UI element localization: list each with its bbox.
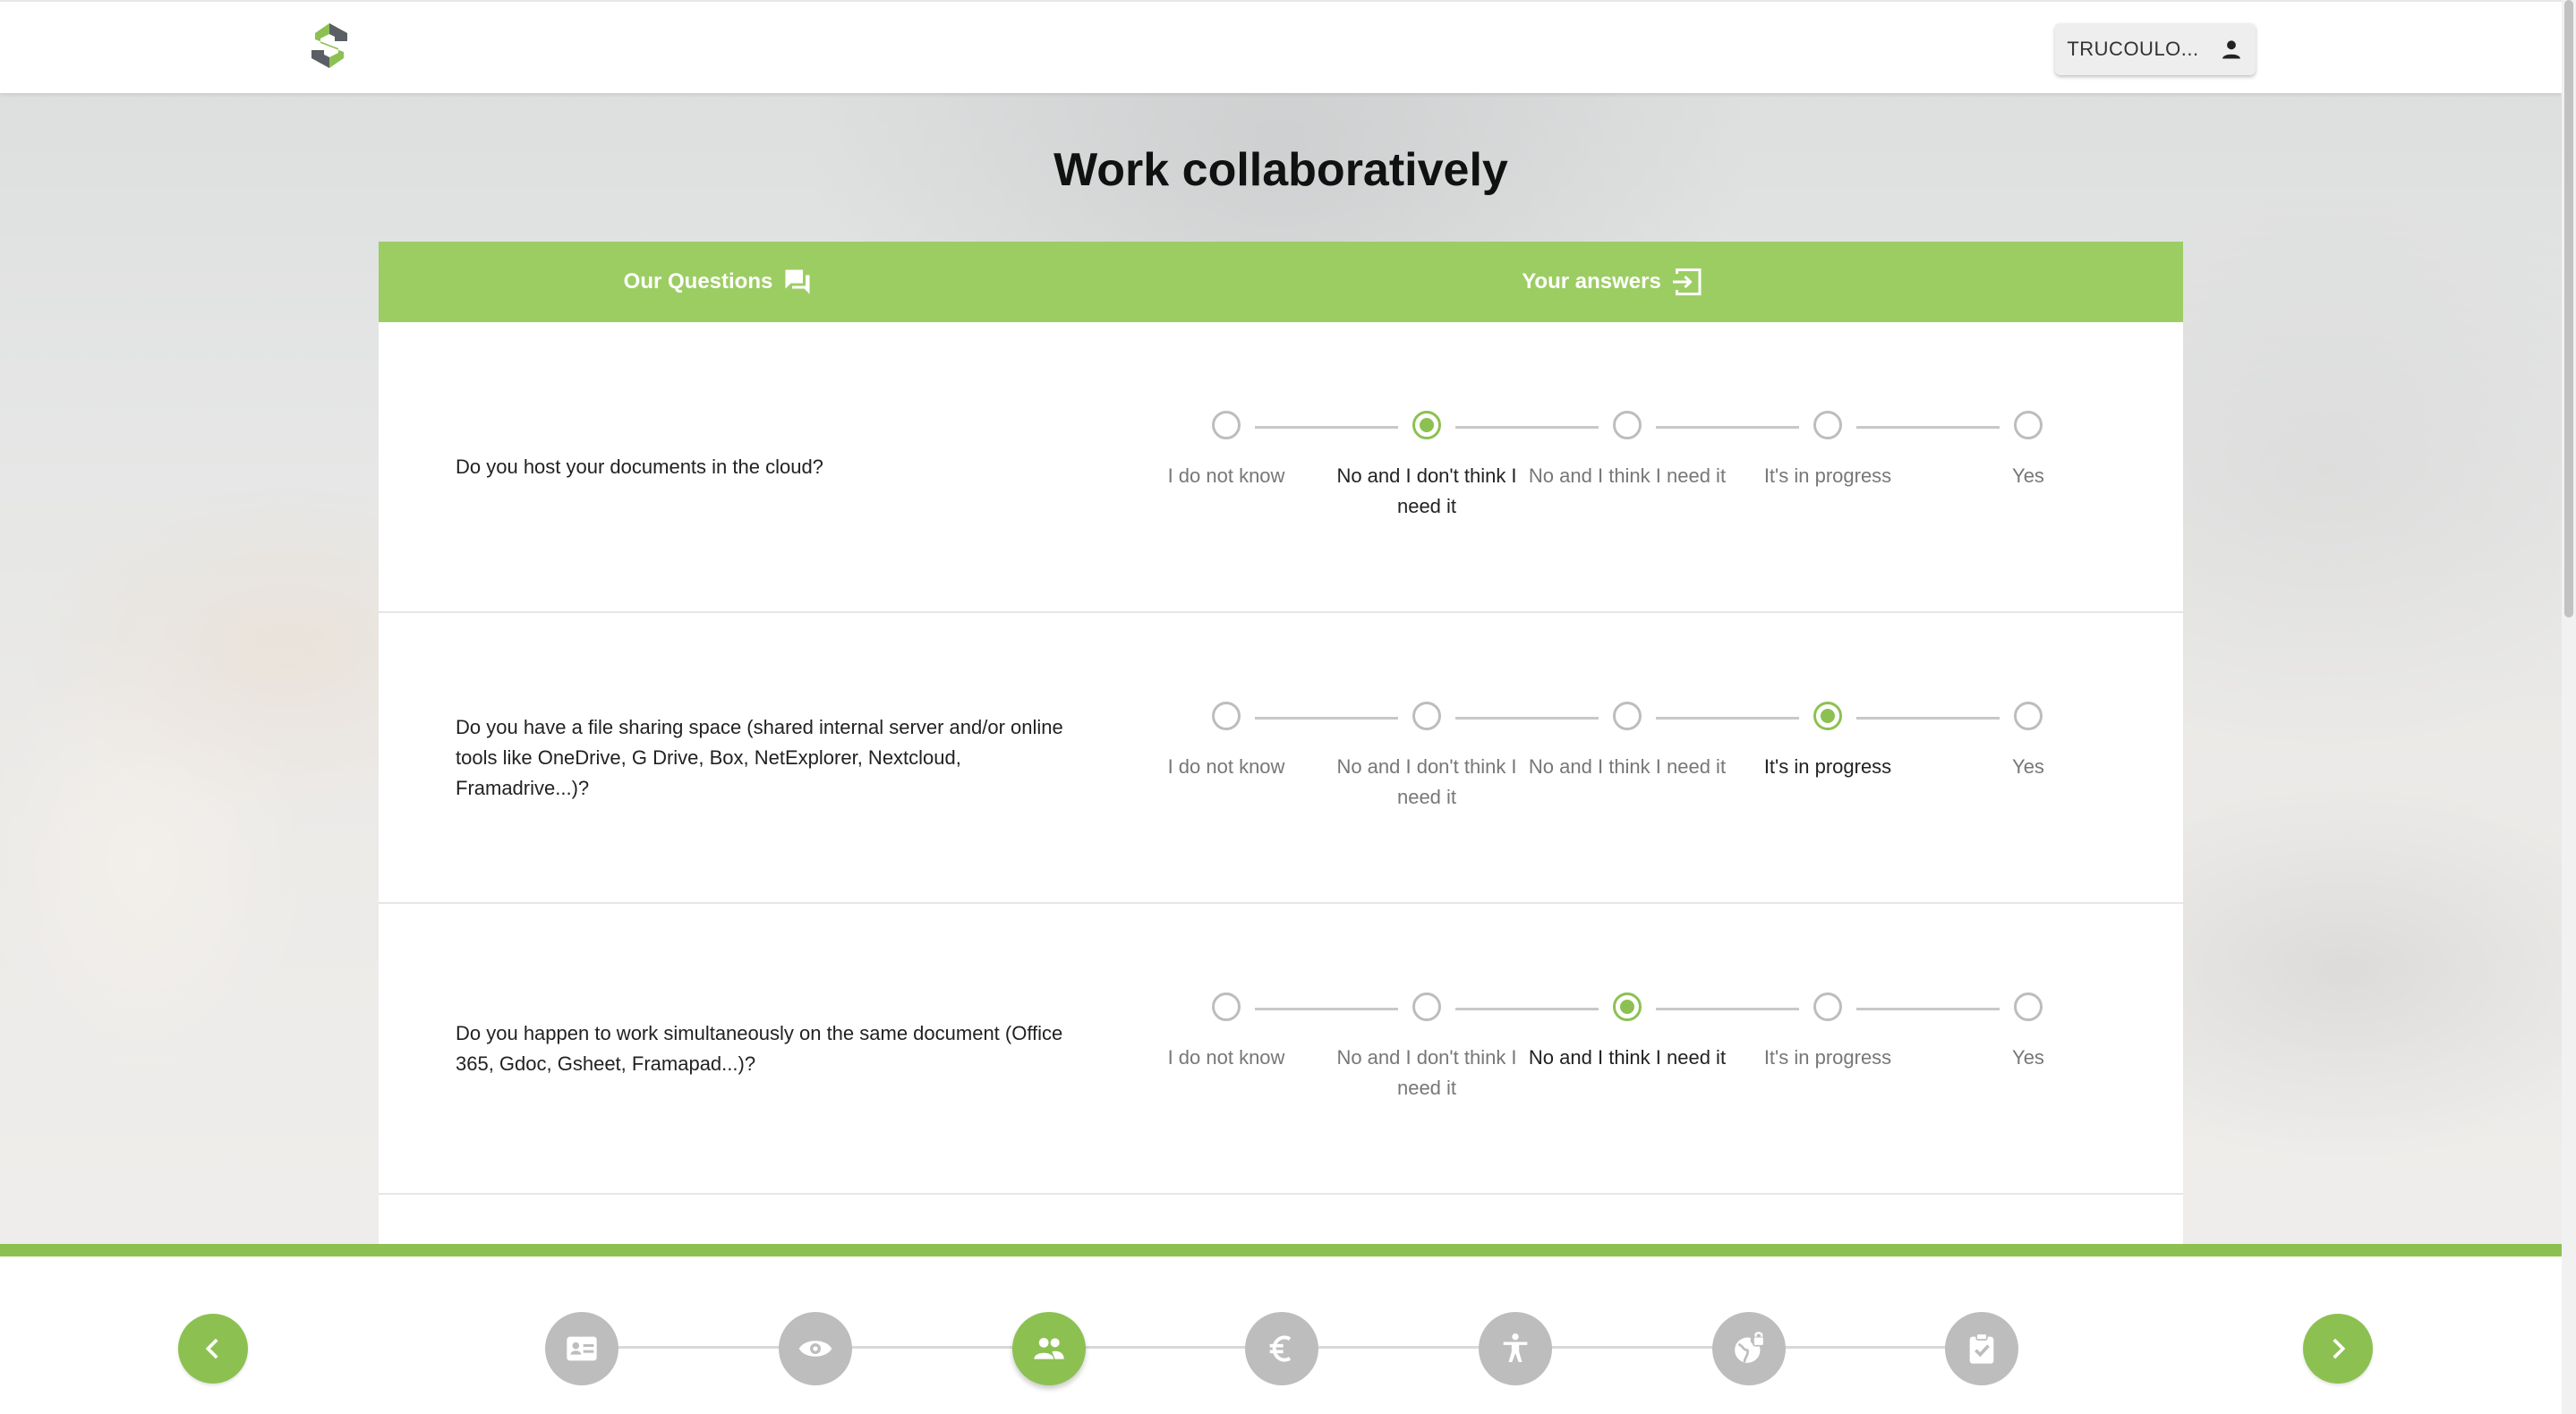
radio-button[interactable] <box>1412 411 1441 439</box>
radio-button[interactable] <box>2014 702 2043 730</box>
chevron-left-icon <box>205 1338 218 1359</box>
person-icon <box>2222 40 2240 59</box>
radio-button[interactable] <box>1813 702 1842 730</box>
answer-option-label: No and I think I need it <box>1528 755 1727 778</box>
radio-button[interactable] <box>1412 702 1441 730</box>
page-scrollbar[interactable] <box>2562 0 2576 1414</box>
chevron-right-icon <box>2333 1338 2346 1359</box>
user-name: TRUCOULO... <box>2067 38 2199 60</box>
table-header: Our Questions Your answers <box>379 242 2183 322</box>
question-text: Do you host your documents in the cloud? <box>456 455 823 478</box>
answer-option-label: No and I don't think I need it <box>1336 755 1517 808</box>
radio-button[interactable] <box>2014 992 2043 1021</box>
question-text: Do you happen to work simultaneously on … <box>456 1021 1063 1075</box>
answer-option[interactable]: I do not know <box>1126 702 1326 782</box>
answer-scale: I do not know No and I don't think I need… <box>1127 321 2129 612</box>
questionnaire-card: Our Questions Your answers Do you host y… <box>379 242 2183 1244</box>
chat-bubbles-icon <box>785 269 810 294</box>
answer-option-label: I do not know <box>1167 464 1285 487</box>
step-globe-lock[interactable] <box>1712 1312 1786 1385</box>
input-arrow-icon <box>1672 268 1702 295</box>
answers-header-label: Your answers <box>1522 269 1661 294</box>
people-icon <box>1034 1338 1064 1359</box>
app-logo[interactable] <box>308 21 351 70</box>
user-account-button[interactable]: TRUCOULO... <box>2055 23 2256 75</box>
radio-button[interactable] <box>1613 411 1642 439</box>
step-eye[interactable] <box>779 1312 852 1385</box>
id-card-icon <box>567 1336 597 1361</box>
page-title: Work collaboratively <box>1053 144 1508 196</box>
answer-option[interactable]: Yes <box>1928 702 2128 782</box>
answer-option-label: Yes <box>2012 755 2044 778</box>
answer-option[interactable]: No and I don't think I need it <box>1326 702 1527 813</box>
radio-button[interactable] <box>1813 411 1842 439</box>
answer-option-label: No and I think I need it <box>1528 464 1727 487</box>
step-clipboard-check[interactable] <box>1945 1312 2018 1385</box>
answer-option-label: It's in progress <box>1763 464 1892 487</box>
scrollbar-thumb[interactable] <box>2564 0 2573 618</box>
answer-option[interactable]: It's in progress <box>1727 411 1928 491</box>
answer-option[interactable]: It's in progress <box>1727 992 1928 1073</box>
answer-option-label: It's in progress <box>1763 755 1892 778</box>
radio-button[interactable] <box>1212 411 1241 439</box>
step-people[interactable] <box>1012 1312 1086 1385</box>
answer-scale: I do not know No and I don't think I need… <box>1127 903 2129 1194</box>
answer-option-label: Yes <box>2012 1046 2044 1069</box>
questions-header-label: Our Questions <box>623 269 773 294</box>
step-id-card[interactable] <box>545 1312 618 1385</box>
answer-option[interactable]: No and I think I need it <box>1527 411 1727 491</box>
previous-button[interactable] <box>178 1314 248 1384</box>
radio-button[interactable] <box>1212 992 1241 1021</box>
question-row: Do you host your documents in the cloud?… <box>379 322 2183 613</box>
answer-option-label: No and I think I need it <box>1528 1046 1727 1069</box>
radio-button[interactable] <box>1813 992 1842 1021</box>
answer-option-label: No and I don't think I need it <box>1336 1046 1517 1099</box>
step-euro[interactable] <box>1245 1312 1318 1385</box>
eye-icon <box>798 1341 832 1357</box>
questions-column-header: Our Questions <box>379 242 1059 322</box>
answer-option-label: No and I don't think I need it <box>1336 464 1517 517</box>
answer-option[interactable]: I do not know <box>1126 411 1326 491</box>
answer-option[interactable]: No and I think I need it <box>1527 992 1727 1073</box>
answer-option[interactable]: I do not know <box>1126 992 1326 1073</box>
radio-button[interactable] <box>1613 992 1642 1021</box>
answer-option[interactable]: Yes <box>1928 992 2128 1073</box>
answer-option-label: Yes <box>2012 464 2044 487</box>
question-row: Do you happen to work simultaneously on … <box>379 904 2183 1195</box>
globe-lock-icon <box>1735 1332 1765 1363</box>
answers-column-header: Your answers <box>1059 242 2183 322</box>
answer-option-label: I do not know <box>1167 1046 1285 1069</box>
question-row: Do you have a file sharing space (shared… <box>379 613 2183 904</box>
question-text: Do you have a file sharing space (shared… <box>456 715 1063 799</box>
step-accessibility[interactable] <box>1479 1312 1552 1385</box>
radio-button[interactable] <box>1212 702 1241 730</box>
euro-icon <box>1269 1335 1292 1362</box>
bottom-navigation <box>0 1244 2562 1414</box>
answer-option[interactable]: No and I think I need it <box>1527 702 1727 782</box>
radio-button[interactable] <box>2014 411 2043 439</box>
answer-option[interactable]: No and I don't think I need it <box>1326 992 1527 1103</box>
answer-option-label: I do not know <box>1167 755 1285 778</box>
answer-option[interactable]: It's in progress <box>1727 702 1928 782</box>
answer-option[interactable]: Yes <box>1928 411 2128 491</box>
accessibility-icon <box>1503 1333 1528 1362</box>
answer-option[interactable]: No and I don't think I need it <box>1326 411 1527 522</box>
next-button[interactable] <box>2303 1314 2373 1384</box>
top-header: TRUCOULO... <box>0 0 2562 93</box>
radio-button[interactable] <box>1412 992 1441 1021</box>
clipboard-check-icon <box>1969 1333 1994 1364</box>
radio-button[interactable] <box>1613 702 1642 730</box>
answer-option-label: It's in progress <box>1763 1046 1892 1069</box>
question-list: Do you host your documents in the cloud?… <box>379 322 2183 1195</box>
answer-scale: I do not know No and I don't think I need… <box>1127 612 2129 903</box>
